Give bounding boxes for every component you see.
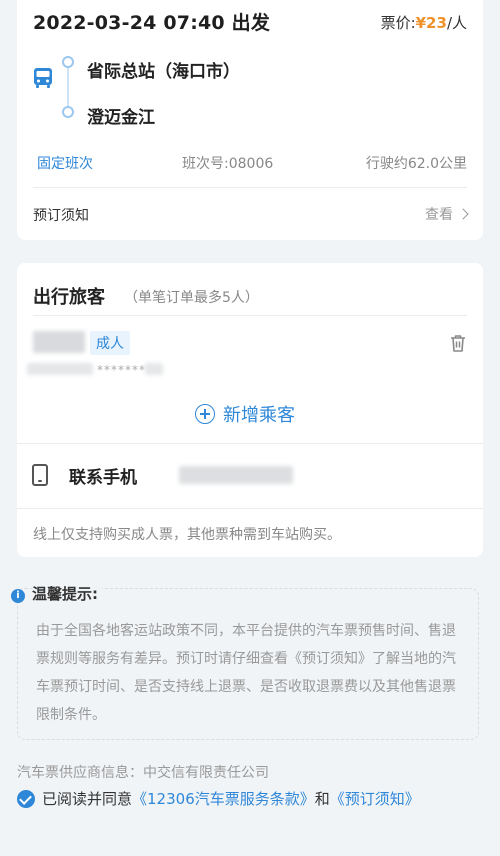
passengers-title: 出行旅客 <box>33 287 105 308</box>
destination-dot <box>62 106 74 118</box>
divider <box>17 508 483 509</box>
add-passenger-button[interactable]: 新增乘客 <box>195 401 295 427</box>
trash-icon[interactable] <box>449 333 467 353</box>
add-circle-icon <box>195 404 215 424</box>
price-prefix: 票价: <box>380 14 416 32</box>
supplier-info: 汽车票供应商信息：中交信有限责任公司 <box>17 765 269 781</box>
phone-icon <box>32 464 48 486</box>
agree-prefix: 已阅读并同意 <box>42 790 133 808</box>
agreement-row: 已阅读并同意 《12306汽车票服务条款》 和 《预订须知》 <box>17 788 420 809</box>
price-value: ¥23 <box>415 14 447 32</box>
schedule-type: 固定班次 <box>37 156 93 172</box>
notice-link[interactable]: 《预订须知》 <box>330 788 420 809</box>
ticket-price: 票价:¥23/人 <box>381 12 467 33</box>
check-circle-icon[interactable] <box>17 789 35 808</box>
passenger-name-redacted <box>33 331 85 353</box>
adult-only-note: 线上仅支持购买成人票，其他票种需到车站购买。 <box>33 527 341 543</box>
tips-box: i 温馨提示: 由于全国各地客运站政策不同，本平台提供的汽车票预售时间、售退票规… <box>11 583 479 740</box>
terms-link[interactable]: 《12306汽车票服务条款》 <box>132 788 315 809</box>
contact-phone-label: 联系手机 <box>69 468 137 488</box>
departure-time: 2022-03-24 07:40 出发 <box>33 12 271 34</box>
agree-and: 和 <box>314 790 330 808</box>
divider <box>33 187 467 188</box>
trip-card: 2022-03-24 07:40 出发 票价:¥23/人 省际总站（海口市） 澄… <box>17 0 483 240</box>
add-passenger-label: 新增乘客 <box>223 405 295 426</box>
chevron-right-icon <box>457 208 469 220</box>
passenger-id-redacted-tail <box>145 363 163 375</box>
bus-icon <box>34 68 52 88</box>
passenger-type-tag: 成人 <box>90 331 130 355</box>
passenger-card: 出行旅客 （单笔订单最多5人） 成人 ******* 新增乘客 联系手机 线上仅… <box>17 263 483 557</box>
passenger-id-redacted <box>27 363 93 375</box>
booking-notice-label: 预订须知 <box>33 208 89 224</box>
origin-dot <box>62 56 74 68</box>
contact-phone-input[interactable] <box>179 466 293 484</box>
passenger-id-masked: ******* <box>97 363 146 377</box>
info-icon: i <box>11 589 25 603</box>
tips-body: 由于全国各地客运站政策不同，本平台提供的汽车票预售时间、售退票规则等服务有差异。… <box>36 623 456 723</box>
view-notice-label: 查看 <box>425 207 453 223</box>
schedule-number: 班次号:08006 <box>182 156 274 172</box>
divider <box>33 315 467 316</box>
view-notice-link[interactable]: 查看 <box>425 204 469 224</box>
tips-title: 温馨提示: <box>32 583 102 604</box>
passengers-limit-hint: （单笔订单最多5人） <box>124 290 259 306</box>
price-suffix: /人 <box>446 14 467 32</box>
origin-station: 省际总站（海口市） <box>87 62 240 82</box>
destination-station: 澄迈金江 <box>87 108 155 128</box>
trip-distance: 行驶约62.0公里 <box>365 156 467 172</box>
divider <box>17 443 483 444</box>
